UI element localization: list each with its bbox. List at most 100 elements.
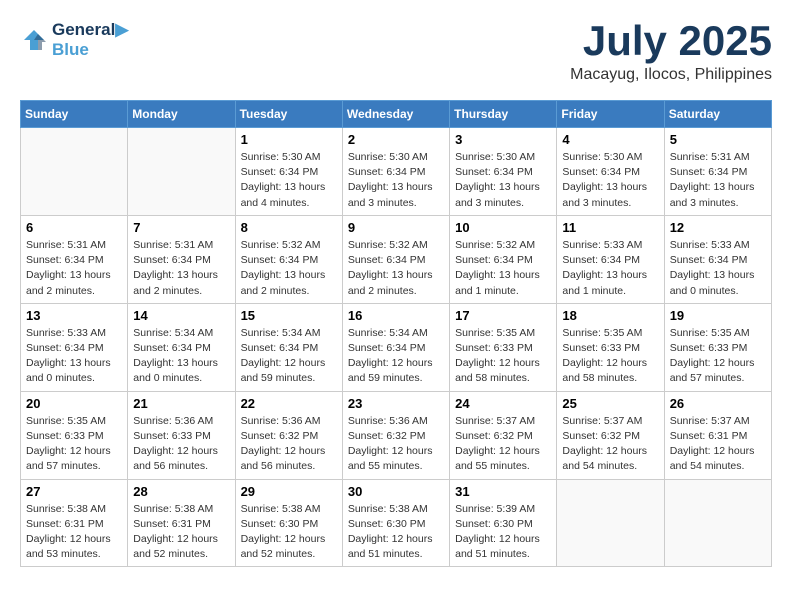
day-number: 28 bbox=[133, 484, 229, 499]
day-info: Sunrise: 5:35 AMSunset: 6:33 PMDaylight:… bbox=[455, 326, 551, 387]
day-number: 9 bbox=[348, 220, 444, 235]
week-row-2: 6 Sunrise: 5:31 AMSunset: 6:34 PMDaylight… bbox=[21, 215, 772, 303]
day-number: 19 bbox=[670, 308, 766, 323]
day-info: Sunrise: 5:30 AMSunset: 6:34 PMDaylight:… bbox=[455, 150, 551, 211]
calendar: SundayMondayTuesdayWednesdayThursdayFrid… bbox=[20, 100, 772, 567]
day-number: 29 bbox=[241, 484, 337, 499]
day-info: Sunrise: 5:33 AMSunset: 6:34 PMDaylight:… bbox=[562, 238, 658, 299]
calendar-cell: 21 Sunrise: 5:36 AMSunset: 6:33 PMDayligh… bbox=[128, 391, 235, 479]
day-info: Sunrise: 5:32 AMSunset: 6:34 PMDaylight:… bbox=[241, 238, 337, 299]
day-number: 12 bbox=[670, 220, 766, 235]
day-info: Sunrise: 5:37 AMSunset: 6:32 PMDaylight:… bbox=[455, 414, 551, 475]
calendar-cell: 31 Sunrise: 5:39 AMSunset: 6:30 PMDayligh… bbox=[450, 479, 557, 567]
day-info: Sunrise: 5:36 AMSunset: 6:32 PMDaylight:… bbox=[348, 414, 444, 475]
calendar-cell: 13 Sunrise: 5:33 AMSunset: 6:34 PMDayligh… bbox=[21, 303, 128, 391]
calendar-cell bbox=[21, 128, 128, 216]
week-row-1: 1 Sunrise: 5:30 AMSunset: 6:34 PMDaylight… bbox=[21, 128, 772, 216]
calendar-cell: 4 Sunrise: 5:30 AMSunset: 6:34 PMDaylight… bbox=[557, 128, 664, 216]
calendar-cell: 2 Sunrise: 5:30 AMSunset: 6:34 PMDaylight… bbox=[342, 128, 449, 216]
location: Macayug, Ilocos, Philippines bbox=[570, 66, 772, 84]
calendar-cell: 8 Sunrise: 5:32 AMSunset: 6:34 PMDaylight… bbox=[235, 215, 342, 303]
logo-icon bbox=[20, 26, 48, 54]
day-info: Sunrise: 5:38 AMSunset: 6:30 PMDaylight:… bbox=[348, 502, 444, 563]
weekday-header-saturday: Saturday bbox=[664, 101, 771, 128]
weekday-header-sunday: Sunday bbox=[21, 101, 128, 128]
day-number: 18 bbox=[562, 308, 658, 323]
calendar-header-row: SundayMondayTuesdayWednesdayThursdayFrid… bbox=[21, 101, 772, 128]
calendar-cell: 5Sunrise: 5:31 AMSunset: 6:34 PMDaylight… bbox=[664, 128, 771, 216]
day-number: 7 bbox=[133, 220, 229, 235]
weekday-header-tuesday: Tuesday bbox=[235, 101, 342, 128]
day-info: Sunrise: 5:30 AMSunset: 6:34 PMDaylight:… bbox=[241, 150, 337, 211]
weekday-header-monday: Monday bbox=[128, 101, 235, 128]
day-number: 6 bbox=[26, 220, 122, 235]
day-number: 13 bbox=[26, 308, 122, 323]
day-number: 22 bbox=[241, 396, 337, 411]
day-number: 17 bbox=[455, 308, 551, 323]
calendar-cell bbox=[664, 479, 771, 567]
calendar-cell: 9 Sunrise: 5:32 AMSunset: 6:34 PMDaylight… bbox=[342, 215, 449, 303]
calendar-cell: 28Sunrise: 5:38 AMSunset: 6:31 PMDayligh… bbox=[128, 479, 235, 567]
day-info: Sunrise: 5:30 AMSunset: 6:34 PMDaylight:… bbox=[348, 150, 444, 211]
calendar-cell: 22Sunrise: 5:36 AMSunset: 6:32 PMDayligh… bbox=[235, 391, 342, 479]
calendar-cell: 17 Sunrise: 5:35 AMSunset: 6:33 PMDayligh… bbox=[450, 303, 557, 391]
day-info: Sunrise: 5:30 AMSunset: 6:34 PMDaylight:… bbox=[562, 150, 658, 211]
day-number: 4 bbox=[562, 132, 658, 147]
weekday-header-wednesday: Wednesday bbox=[342, 101, 449, 128]
logo-text: General▶ Blue bbox=[52, 20, 128, 61]
weekday-header-thursday: Thursday bbox=[450, 101, 557, 128]
weekday-header-friday: Friday bbox=[557, 101, 664, 128]
day-info: Sunrise: 5:39 AMSunset: 6:30 PMDaylight:… bbox=[455, 502, 551, 563]
day-number: 3 bbox=[455, 132, 551, 147]
day-info: Sunrise: 5:32 AMSunset: 6:34 PMDaylight:… bbox=[348, 238, 444, 299]
day-info: Sunrise: 5:34 AMSunset: 6:34 PMDaylight:… bbox=[348, 326, 444, 387]
calendar-cell: 26 Sunrise: 5:37 AMSunset: 6:31 PMDayligh… bbox=[664, 391, 771, 479]
calendar-cell: 30 Sunrise: 5:38 AMSunset: 6:30 PMDayligh… bbox=[342, 479, 449, 567]
day-number: 15 bbox=[241, 308, 337, 323]
day-number: 14 bbox=[133, 308, 229, 323]
day-number: 21 bbox=[133, 396, 229, 411]
day-info: Sunrise: 5:36 AMSunset: 6:33 PMDaylight:… bbox=[133, 414, 229, 475]
day-info: Sunrise: 5:35 AMSunset: 6:33 PMDaylight:… bbox=[562, 326, 658, 387]
day-number: 30 bbox=[348, 484, 444, 499]
calendar-cell: 7 Sunrise: 5:31 AMSunset: 6:34 PMDaylight… bbox=[128, 215, 235, 303]
day-number: 31 bbox=[455, 484, 551, 499]
calendar-cell: 10Sunrise: 5:32 AMSunset: 6:34 PMDayligh… bbox=[450, 215, 557, 303]
day-info: Sunrise: 5:34 AMSunset: 6:34 PMDaylight:… bbox=[133, 326, 229, 387]
week-row-3: 13 Sunrise: 5:33 AMSunset: 6:34 PMDayligh… bbox=[21, 303, 772, 391]
day-number: 2 bbox=[348, 132, 444, 147]
day-info: Sunrise: 5:37 AMSunset: 6:31 PMDaylight:… bbox=[670, 414, 766, 475]
day-info: Sunrise: 5:38 AMSunset: 6:31 PMDaylight:… bbox=[26, 502, 122, 563]
calendar-cell: 14 Sunrise: 5:34 AMSunset: 6:34 PMDayligh… bbox=[128, 303, 235, 391]
calendar-cell: 29Sunrise: 5:38 AMSunset: 6:30 PMDayligh… bbox=[235, 479, 342, 567]
logo: General▶ Blue bbox=[20, 20, 128, 61]
day-number: 20 bbox=[26, 396, 122, 411]
day-info: Sunrise: 5:31 AMSunset: 6:34 PMDaylight:… bbox=[26, 238, 122, 299]
title-block: July 2025 Macayug, Ilocos, Philippines bbox=[570, 20, 772, 84]
calendar-cell: 6 Sunrise: 5:31 AMSunset: 6:34 PMDaylight… bbox=[21, 215, 128, 303]
day-info: Sunrise: 5:37 AMSunset: 6:32 PMDaylight:… bbox=[562, 414, 658, 475]
calendar-cell: 1 Sunrise: 5:30 AMSunset: 6:34 PMDaylight… bbox=[235, 128, 342, 216]
week-row-4: 20 Sunrise: 5:35 AMSunset: 6:33 PMDayligh… bbox=[21, 391, 772, 479]
day-number: 25 bbox=[562, 396, 658, 411]
day-info: Sunrise: 5:32 AMSunset: 6:34 PMDaylight:… bbox=[455, 238, 551, 299]
day-number: 23 bbox=[348, 396, 444, 411]
week-row-5: 27Sunrise: 5:38 AMSunset: 6:31 PMDayligh… bbox=[21, 479, 772, 567]
day-number: 1 bbox=[241, 132, 337, 147]
calendar-cell bbox=[557, 479, 664, 567]
day-info: Sunrise: 5:31 AMSunset: 6:34 PMDaylight:… bbox=[133, 238, 229, 299]
day-number: 8 bbox=[241, 220, 337, 235]
day-info: Sunrise: 5:35 AMSunset: 6:33 PMDaylight:… bbox=[26, 414, 122, 475]
calendar-cell: 24Sunrise: 5:37 AMSunset: 6:32 PMDayligh… bbox=[450, 391, 557, 479]
calendar-cell: 20 Sunrise: 5:35 AMSunset: 6:33 PMDayligh… bbox=[21, 391, 128, 479]
month-title: July 2025 bbox=[570, 20, 772, 62]
day-info: Sunrise: 5:33 AMSunset: 6:34 PMDaylight:… bbox=[26, 326, 122, 387]
calendar-cell: 16Sunrise: 5:34 AMSunset: 6:34 PMDayligh… bbox=[342, 303, 449, 391]
calendar-body: 1 Sunrise: 5:30 AMSunset: 6:34 PMDaylight… bbox=[21, 128, 772, 567]
day-number: 26 bbox=[670, 396, 766, 411]
calendar-cell bbox=[128, 128, 235, 216]
calendar-cell: 25 Sunrise: 5:37 AMSunset: 6:32 PMDayligh… bbox=[557, 391, 664, 479]
calendar-cell: 12Sunrise: 5:33 AMSunset: 6:34 PMDayligh… bbox=[664, 215, 771, 303]
calendar-cell: 23 Sunrise: 5:36 AMSunset: 6:32 PMDayligh… bbox=[342, 391, 449, 479]
page-header: General▶ Blue July 2025 Macayug, Ilocos,… bbox=[20, 20, 772, 84]
